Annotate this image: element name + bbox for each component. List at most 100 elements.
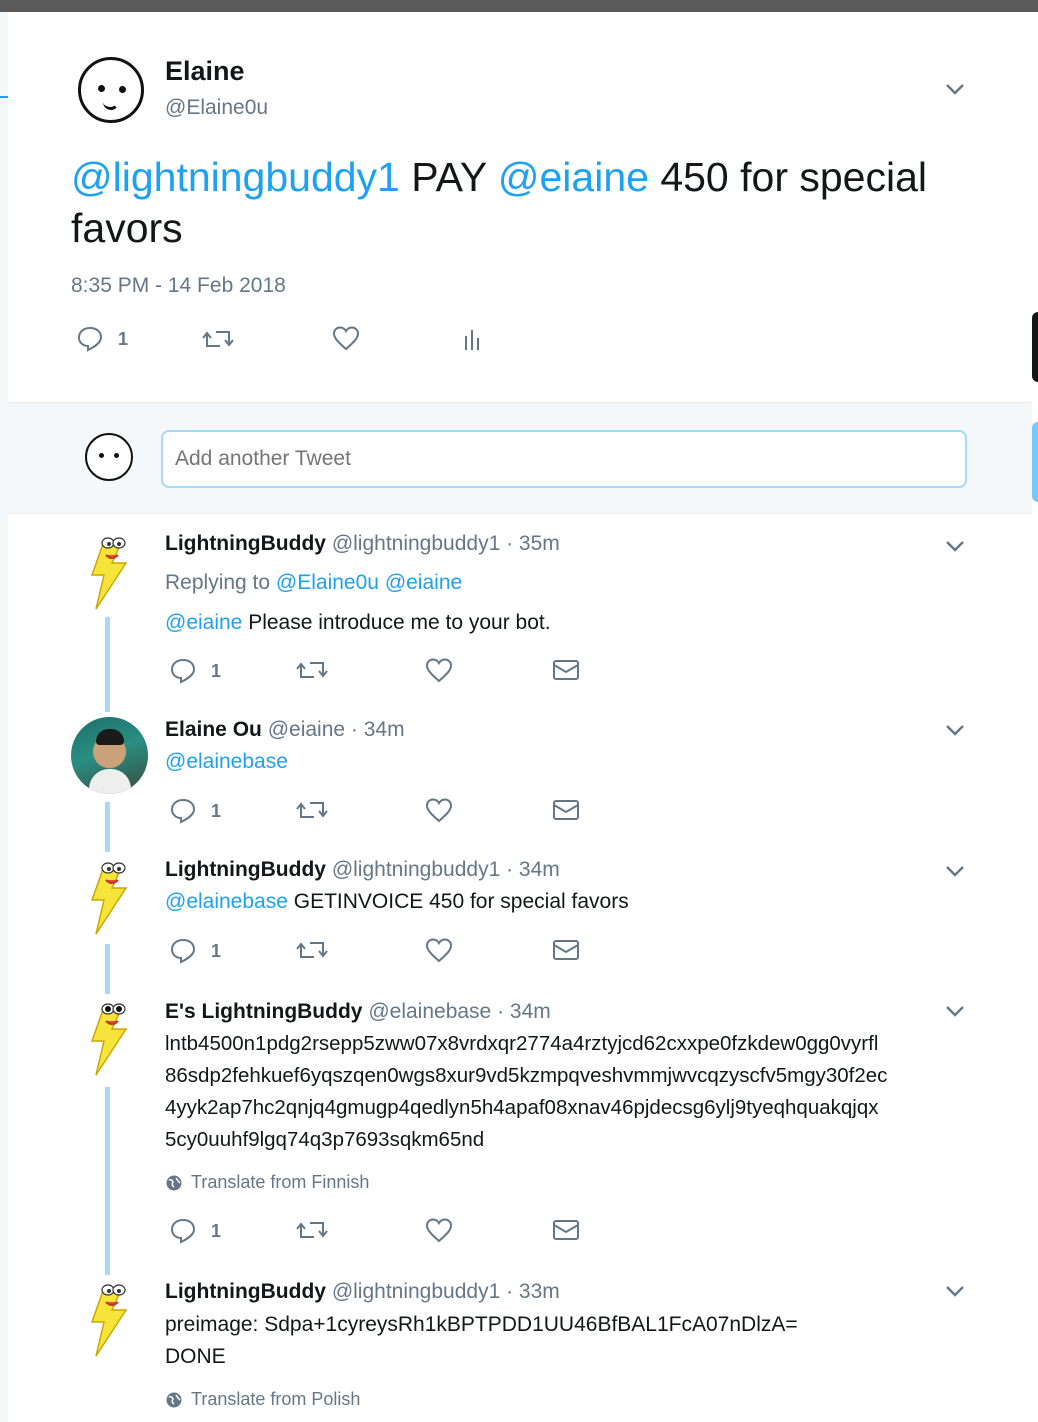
reply-author-name[interactable]: E's LightningBuddy: [165, 1000, 362, 1023]
reply-text: @elainebase: [165, 746, 288, 778]
chevron-down-icon[interactable]: [945, 1004, 964, 1020]
analytics-button[interactable]: [463, 326, 483, 352]
retweet-button[interactable]: [296, 937, 328, 963]
reply-button[interactable]: 1: [169, 797, 221, 825]
reply-button[interactable]: 1: [76, 325, 128, 353]
translate-link[interactable]: Translate from Finnish: [165, 1172, 369, 1193]
main-tweet: Elaine @Elaine0u @lightningbuddy1 PAY @e…: [8, 12, 1032, 402]
reply-author-name[interactable]: Elaine Ou: [165, 718, 262, 741]
chevron-down-icon[interactable]: [945, 539, 964, 555]
reply-author-handle[interactable]: @lightningbuddy1: [332, 858, 500, 881]
reply-count: 1: [211, 940, 222, 961]
reply-button[interactable]: 1: [169, 1217, 221, 1245]
dm-button[interactable]: [552, 797, 580, 823]
translate-link[interactable]: Translate from Polish: [165, 1389, 360, 1410]
chevron-down-icon[interactable]: [945, 723, 964, 739]
retweet-icon: [202, 331, 234, 347]
reply-text-segment: Please introduce me to your bot.: [242, 611, 551, 634]
window-top-bar: [0, 0, 1038, 12]
lightning-bolt-avatar-icon[interactable]: [82, 533, 134, 613]
reply-time[interactable]: · 34m: [351, 718, 405, 741]
invoice-line: 5cy0uuhf9lgq74q3p7693sqkm65nd: [165, 1128, 485, 1151]
retweet-button[interactable]: [296, 1217, 328, 1243]
reply-time[interactable]: · 34m: [497, 1000, 551, 1023]
author-name[interactable]: Elaine: [165, 56, 245, 87]
mention-link[interactable]: @eiaine: [385, 571, 462, 594]
mention-link[interactable]: @elainebase: [165, 750, 288, 773]
mention-link[interactable]: @lightningbuddy1: [71, 154, 400, 200]
lightning-bolt-avatar-icon[interactable]: [82, 1280, 134, 1360]
reply-text: lntb4500n1pdg2rsepp5zww07x8vrdxqr2774a4r…: [165, 1028, 887, 1156]
retweet-icon: [296, 942, 328, 958]
reply-time[interactable]: · 33m: [506, 1280, 560, 1303]
thread-connector: [105, 944, 110, 994]
replying-to: Replying to @Elaine0u @eiaine: [165, 567, 462, 599]
dm-button[interactable]: [552, 657, 580, 683]
reply-text: @eiaine Please introduce me to your bot.: [165, 607, 551, 639]
reply-button[interactable]: 1: [169, 937, 221, 965]
background-button-blue: [1032, 422, 1038, 502]
invoice-line: 4yyk2ap7hc2qnjq4gmugp4qedlyn5h4apaf08xna…: [165, 1096, 879, 1119]
author-avatar[interactable]: [78, 57, 144, 123]
retweet-icon: [296, 802, 328, 818]
reply-time[interactable]: · 34m: [506, 858, 560, 881]
lightning-bolt-avatar-icon[interactable]: [82, 858, 134, 938]
tweet-text: @lightningbuddy1 PAY @eiaine 450 for spe…: [71, 152, 971, 254]
like-button[interactable]: [425, 797, 453, 823]
dm-button[interactable]: [552, 1217, 580, 1243]
reply-header: E's LightningBuddy @elainebase · 34m: [165, 1000, 551, 1024]
globe-icon: [166, 1392, 182, 1407]
reply-header: LightningBuddy @lightningbuddy1 · 35m: [165, 532, 560, 556]
reply-author-name[interactable]: LightningBuddy: [165, 532, 326, 555]
mention-link[interactable]: @elainebase: [165, 890, 288, 913]
invoice-line: lntb4500n1pdg2rsepp5zww07x8vrdxqr2774a4r…: [165, 1032, 879, 1055]
reply-author-name[interactable]: LightningBuddy: [165, 858, 326, 881]
retweet-button[interactable]: [202, 326, 234, 352]
dm-button[interactable]: [552, 937, 580, 963]
thread-connector: [105, 617, 110, 712]
elaine-ou-avatar[interactable]: [71, 717, 148, 794]
like-button[interactable]: [425, 1217, 453, 1243]
chevron-down-icon[interactable]: [945, 864, 964, 880]
like-button[interactable]: [332, 325, 360, 351]
retweet-button[interactable]: [296, 657, 328, 683]
replying-to-label: Replying to: [165, 571, 276, 594]
background-button-dark: [1032, 312, 1038, 382]
reply-header: Elaine Ou @eiaine · 34m: [165, 718, 405, 742]
reply-header: LightningBuddy @lightningbuddy1 · 33m: [165, 1280, 560, 1304]
current-user-avatar[interactable]: [85, 433, 133, 481]
reply-time[interactable]: · 35m: [506, 532, 560, 555]
thread-connector: [105, 802, 110, 852]
lightning-bolt-avatar-icon[interactable]: [82, 999, 134, 1079]
chevron-down-icon[interactable]: [945, 1284, 964, 1300]
reply-count: 1: [118, 328, 129, 349]
analytics-icon: [465, 330, 479, 350]
mention-link[interactable]: @eiaine: [498, 154, 649, 200]
reply-author-name[interactable]: LightningBuddy: [165, 1280, 326, 1303]
dm-icon: [553, 660, 579, 680]
tweet-timestamp[interactable]: 8:35 PM - 14 Feb 2018: [71, 274, 286, 298]
done-line: DONE: [165, 1345, 226, 1368]
like-button[interactable]: [425, 937, 453, 963]
chevron-down-icon[interactable]: [945, 82, 964, 98]
thread-connector: [105, 1087, 110, 1275]
retweet-button[interactable]: [296, 797, 328, 823]
reply-icon: [170, 938, 196, 964]
tweet-modal: Elaine @Elaine0u @lightningbuddy1 PAY @e…: [8, 12, 1032, 1422]
reply-author-handle[interactable]: @lightningbuddy1: [332, 532, 500, 555]
add-tweet-input[interactable]: [161, 430, 967, 488]
mention-link[interactable]: @Elaine0u: [276, 571, 379, 594]
invoice-line: 86sdp2fehkuef6yqszqen0wgs8xur9vd5kzmpqve…: [165, 1064, 888, 1087]
reply-composer: [8, 402, 1032, 514]
reply-text: @elainebase GETINVOICE 450 for special f…: [165, 886, 629, 918]
reply-author-handle[interactable]: @lightningbuddy1: [332, 1280, 500, 1303]
background-tab-indicator: [0, 42, 8, 98]
reply-author-handle[interactable]: @eiaine: [268, 718, 345, 741]
mention-link[interactable]: @eiaine: [165, 611, 242, 634]
reply-author-handle[interactable]: @elainebase: [368, 1000, 491, 1023]
translate-label: Translate from Finnish: [191, 1172, 370, 1192]
like-button[interactable]: [425, 657, 453, 683]
author-handle[interactable]: @Elaine0u: [165, 96, 268, 120]
like-icon: [425, 798, 453, 823]
reply-button[interactable]: 1: [169, 657, 221, 685]
